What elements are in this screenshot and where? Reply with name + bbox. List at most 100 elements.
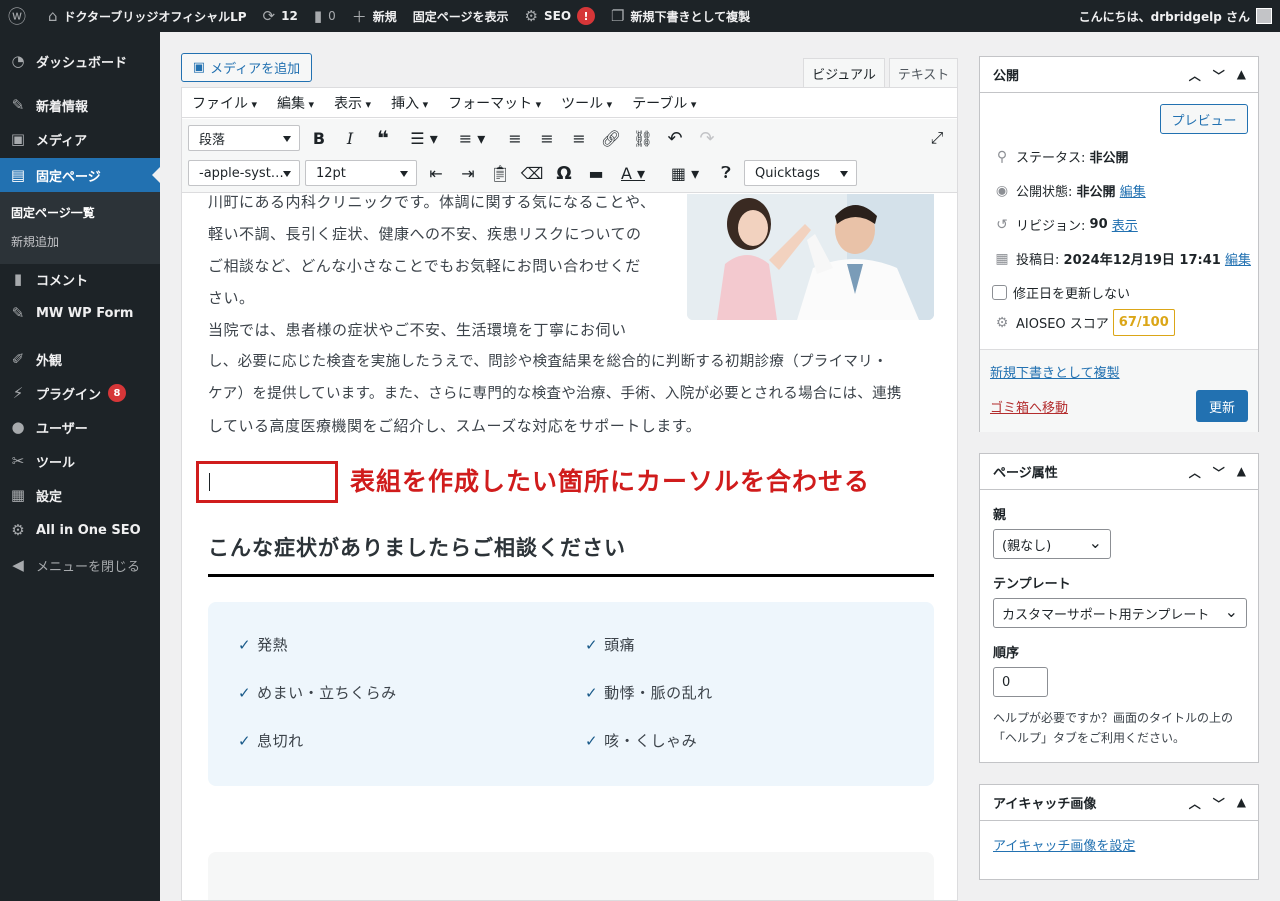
- sidebar-item-appearance[interactable]: ✐ 外観: [0, 342, 160, 376]
- sidebar-item-pages[interactable]: ▤ 固定ページ: [0, 158, 160, 192]
- bullet-list-icon[interactable]: ☰ ▾: [404, 125, 444, 151]
- publish-box-header[interactable]: 公開 ︿ ﹀ ▲: [980, 57, 1258, 93]
- italic-icon[interactable]: I: [337, 125, 363, 151]
- redo-icon[interactable]: ↷: [694, 125, 720, 151]
- quicktags-select[interactable]: Quicktags: [744, 160, 857, 186]
- featured-image-box: アイキャッチ画像 ︿ ﹀ ▲ アイキャッチ画像を設定: [979, 784, 1259, 880]
- menu-insert[interactable]: 挿入: [381, 93, 438, 113]
- trash-link[interactable]: ゴミ箱へ移動: [990, 397, 1068, 416]
- tab-visual[interactable]: ビジュアル: [803, 58, 885, 88]
- menu-format[interactable]: フォーマット: [438, 93, 551, 113]
- new-content-link[interactable]: ＋新規: [344, 0, 405, 32]
- set-featured-image-link[interactable]: アイキャッチ画像を設定: [993, 835, 1135, 854]
- update-button[interactable]: 更新: [1196, 390, 1248, 422]
- blockquote-icon[interactable]: ❝: [370, 125, 396, 151]
- edit-date-link[interactable]: 編集: [1225, 249, 1251, 268]
- check-icon: ✓: [585, 684, 599, 702]
- section-heading: こんな症状がありましたらご相談ください: [208, 536, 626, 560]
- numbered-list-icon[interactable]: ≡ ▾: [452, 125, 492, 151]
- indent-icon[interactable]: ⇥: [455, 160, 481, 186]
- bold-icon[interactable]: B: [306, 125, 332, 151]
- comments-link[interactable]: ▮ 0: [306, 0, 344, 32]
- tab-text[interactable]: テキスト: [889, 58, 958, 88]
- format-select[interactable]: 段落: [188, 125, 300, 151]
- move-up-icon[interactable]: ︿: [1189, 464, 1201, 481]
- template-select[interactable]: カスタマーサポート用テンプレート: [993, 598, 1247, 628]
- edit-visibility-link[interactable]: 編集: [1120, 181, 1146, 200]
- font-family-select[interactable]: -apple-syst…: [188, 160, 300, 186]
- menu-table[interactable]: テーブル: [622, 93, 706, 113]
- move-down-icon[interactable]: ﹀: [1213, 795, 1225, 812]
- toggle-panel-icon[interactable]: ▲: [1237, 795, 1246, 812]
- sidebar-item-plugins[interactable]: ⚡ プラグイン 8: [0, 376, 160, 410]
- align-center-icon[interactable]: ≡: [534, 125, 560, 151]
- visibility-row: ◉ 公開状態: 非公開 編集: [992, 181, 1146, 201]
- doctor-child-photo[interactable]: [687, 194, 934, 320]
- wp-logo-icon[interactable]: ⓦ: [0, 0, 40, 32]
- unlink-icon[interactable]: ⛓: [630, 125, 656, 151]
- aioseo-score-row: ⚙ AIOSEO スコア 67/100: [992, 309, 1175, 336]
- sidebar-item-users[interactable]: ● ユーザー: [0, 410, 160, 444]
- menu-tools[interactable]: ツール: [551, 93, 622, 113]
- align-left-icon[interactable]: ≡: [502, 125, 528, 151]
- show-revisions-link[interactable]: 表示: [1112, 215, 1138, 234]
- view-page-link[interactable]: 固定ページを表示: [405, 0, 517, 32]
- collapse-menu-button[interactable]: ◀ メニューを閉じる: [0, 548, 160, 582]
- submenu-add-new[interactable]: 新規追加: [11, 233, 59, 250]
- preview-button[interactable]: プレビュー: [1160, 104, 1248, 134]
- move-up-icon[interactable]: ︿: [1189, 795, 1201, 812]
- my-account[interactable]: こんにちは、drbridgelp さん: [1079, 8, 1280, 25]
- sidebar-item-settings[interactable]: ▦ 設定: [0, 478, 160, 512]
- undo-icon[interactable]: ↶: [662, 125, 688, 151]
- seo-menu[interactable]: ⚙ SEO!: [517, 0, 604, 32]
- link-icon[interactable]: 🔗︎: [598, 125, 624, 151]
- horizontal-rule-icon[interactable]: ▬: [583, 160, 609, 186]
- fullscreen-icon[interactable]: ⤢: [924, 125, 950, 151]
- move-down-icon[interactable]: ﹀: [1213, 67, 1225, 84]
- site-name-link[interactable]: ⌂ ドクターブリッジオフィシャルLP: [40, 0, 255, 32]
- special-char-icon[interactable]: Ω: [551, 160, 577, 186]
- sidebar-item-media[interactable]: ▣ メディア: [0, 122, 160, 156]
- sidebar-item-aioseo[interactable]: ⚙ All in One SEO: [0, 513, 160, 547]
- parent-select[interactable]: (親なし): [993, 529, 1111, 559]
- clear-format-icon[interactable]: ⌫: [519, 160, 545, 186]
- page-attributes-header[interactable]: ページ属性 ︿ ﹀ ▲: [980, 454, 1258, 490]
- align-right-icon[interactable]: ≡: [566, 125, 592, 151]
- updates-link[interactable]: ⟳ 12: [255, 0, 306, 32]
- table-icon[interactable]: ▦ ▾: [665, 160, 705, 186]
- sidebar-item-mwwpform[interactable]: ✎ MW WP Form: [0, 296, 160, 330]
- plugin-update-badge: 8: [108, 384, 127, 402]
- editor-content[interactable]: 川町にある内科クリニックです。体調に関する気になることや、 軽い不調、長引く症状…: [182, 194, 957, 900]
- toggle-panel-icon[interactable]: ▲: [1237, 67, 1246, 84]
- revision-row: ↺ リビジョン: 90 表示: [992, 215, 1138, 235]
- pin-icon: ✎: [11, 96, 25, 114]
- cursor-highlight-box[interactable]: [196, 461, 338, 503]
- font-size-select[interactable]: 12pt: [305, 160, 417, 186]
- menu-edit[interactable]: 編集: [267, 93, 324, 113]
- no-update-date-row[interactable]: 修正日を更新しない: [992, 283, 1130, 302]
- sidebar-item-tools[interactable]: ✂ ツール: [0, 444, 160, 478]
- aioseo-score-badge[interactable]: 67/100: [1112, 309, 1175, 336]
- no-update-checkbox[interactable]: [992, 285, 1007, 300]
- duplicate-draft-link[interactable]: 新規下書きとして複製: [990, 362, 1120, 381]
- sidebar-item-news[interactable]: ✎ 新着情報: [0, 88, 160, 122]
- menu-view[interactable]: 表示: [324, 93, 381, 113]
- paste-text-icon[interactable]: 📋︎: [487, 160, 513, 186]
- submenu-all-pages[interactable]: 固定ページ一覧: [11, 204, 95, 221]
- list-item: ✓ 咳・くしゃみ: [585, 732, 698, 750]
- add-media-button[interactable]: ▣ メディアを追加: [181, 53, 312, 82]
- move-down-icon[interactable]: ﹀: [1213, 464, 1225, 481]
- toggle-panel-icon[interactable]: ▲: [1237, 464, 1246, 481]
- paragraph-line: ご相談など、どんな小さなことでもお気軽にお問い合わせくだ: [208, 257, 641, 275]
- sidebar-item-dashboard[interactable]: ◔ ダッシュボード: [0, 44, 160, 78]
- featured-image-header[interactable]: アイキャッチ画像 ︿ ﹀ ▲: [980, 785, 1258, 821]
- text-color-icon[interactable]: A ▾: [613, 160, 653, 186]
- menu-file[interactable]: ファイル: [182, 93, 267, 113]
- duplicate-draft-link[interactable]: ❐ 新規下書きとして複製: [603, 0, 758, 32]
- dashboard-icon: ◔: [11, 52, 25, 70]
- order-input[interactable]: 0: [993, 667, 1048, 697]
- sidebar-item-comments[interactable]: ▮ コメント: [0, 262, 160, 296]
- help-icon[interactable]: ❓︎: [713, 160, 739, 186]
- move-up-icon[interactable]: ︿: [1189, 67, 1201, 84]
- outdent-icon[interactable]: ⇤: [423, 160, 449, 186]
